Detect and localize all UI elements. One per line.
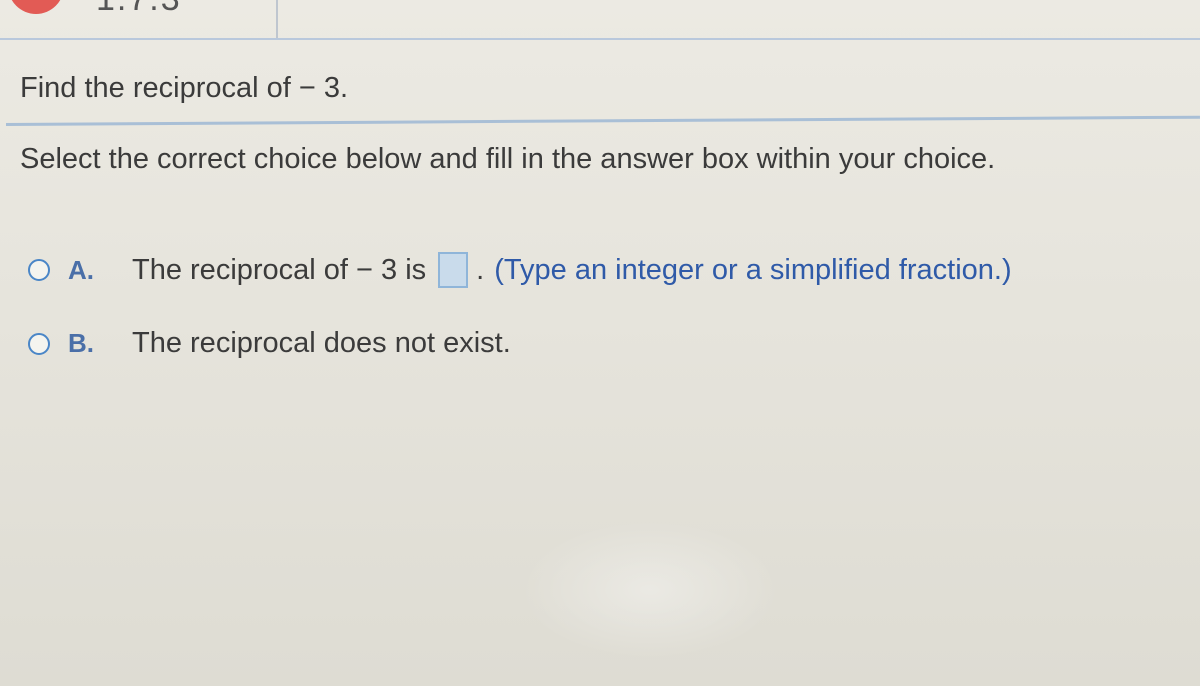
- choice-a[interactable]: A. The reciprocal of − 3 is . (Type an i…: [28, 252, 1012, 288]
- x-circle-icon: [11, 0, 61, 14]
- choice-b-radio[interactable]: [28, 332, 50, 355]
- question-number: 1.7.3: [96, 0, 182, 19]
- choice-b[interactable]: B. The reciprocal does not exist.: [28, 327, 511, 360]
- choice-a-radio[interactable]: [28, 259, 50, 281]
- choice-a-letter: A.: [68, 254, 94, 285]
- answer-format-hint: (Type an integer or a simplified fractio…: [494, 253, 1012, 286]
- choice-b-letter: B.: [68, 328, 94, 358]
- choice-b-text: The reciprocal does not exist.: [132, 327, 511, 359]
- separator-line: [5, 115, 1200, 126]
- screen-glare: [520, 520, 780, 660]
- choice-a-text: The reciprocal of − 3 is: [132, 253, 427, 286]
- header-underline: [0, 38, 1200, 40]
- header-strip: 1.7.3: [0, 0, 1200, 40]
- instruction-text: Select the correct choice below and fill…: [20, 143, 996, 175]
- choice-a-period: .: [476, 253, 485, 286]
- header-divider: [276, 0, 278, 38]
- answer-input-box[interactable]: [438, 252, 469, 288]
- question-text: Find the reciprocal of − 3.: [20, 72, 349, 104]
